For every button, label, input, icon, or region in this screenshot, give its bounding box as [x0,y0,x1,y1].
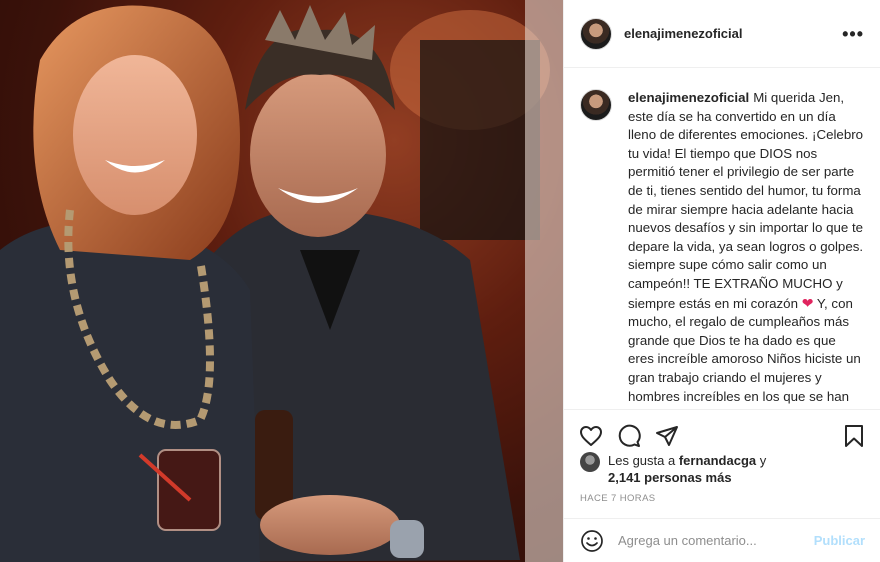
post-sidebar: elenajimenezoficial ••• elenajimenezofic… [563,0,880,562]
author-username[interactable]: elenajimenezoficial [624,26,842,41]
red-heart-icon: ❤ [801,294,814,311]
share-icon[interactable] [654,423,680,449]
caption-avatar[interactable] [580,89,612,121]
post-photo[interactable] [0,0,563,562]
emoji-icon[interactable] [580,529,604,553]
caption-username[interactable]: elenajimenezoficial [628,90,749,105]
likes-prefix: Les gusta a [608,453,679,468]
caption-body-part1: Mi querida Jen, este día se ha convertid… [628,90,864,311]
comment-input[interactable] [618,533,806,548]
likes-conj: y [756,453,767,468]
comment-box: Publicar [564,518,880,562]
likes-text: Les gusta a fernandacga y 2,141 personas… [608,452,766,486]
publish-button[interactable]: Publicar [814,533,865,548]
comment-icon[interactable] [616,423,642,449]
post-header: elenajimenezoficial ••• [564,0,880,68]
photo-illustration [0,0,563,562]
liker-avatar[interactable] [580,452,600,472]
author-avatar[interactable] [580,17,612,50]
likes-section: Les gusta a fernandacga y 2,141 personas… [580,452,870,486]
caption-text: elenajimenezoficial Mi querida Jen, este … [628,89,865,409]
caption-section: elenajimenezoficial Mi querida Jen, este … [564,69,880,409]
bookmark-icon[interactable] [841,423,867,449]
caption-body-part2: Y, con mucho, el regalo de cumpleaños má… [628,295,861,409]
post-timestamp[interactable]: HACE 7 HORAS [580,493,656,504]
heart-icon[interactable] [578,423,604,449]
more-horizontal-icon[interactable]: ••• [842,25,864,43]
liker-username[interactable]: fernandacga [679,453,756,468]
action-bar [564,409,880,453]
likes-count[interactable]: 2,141 personas más [608,470,732,485]
